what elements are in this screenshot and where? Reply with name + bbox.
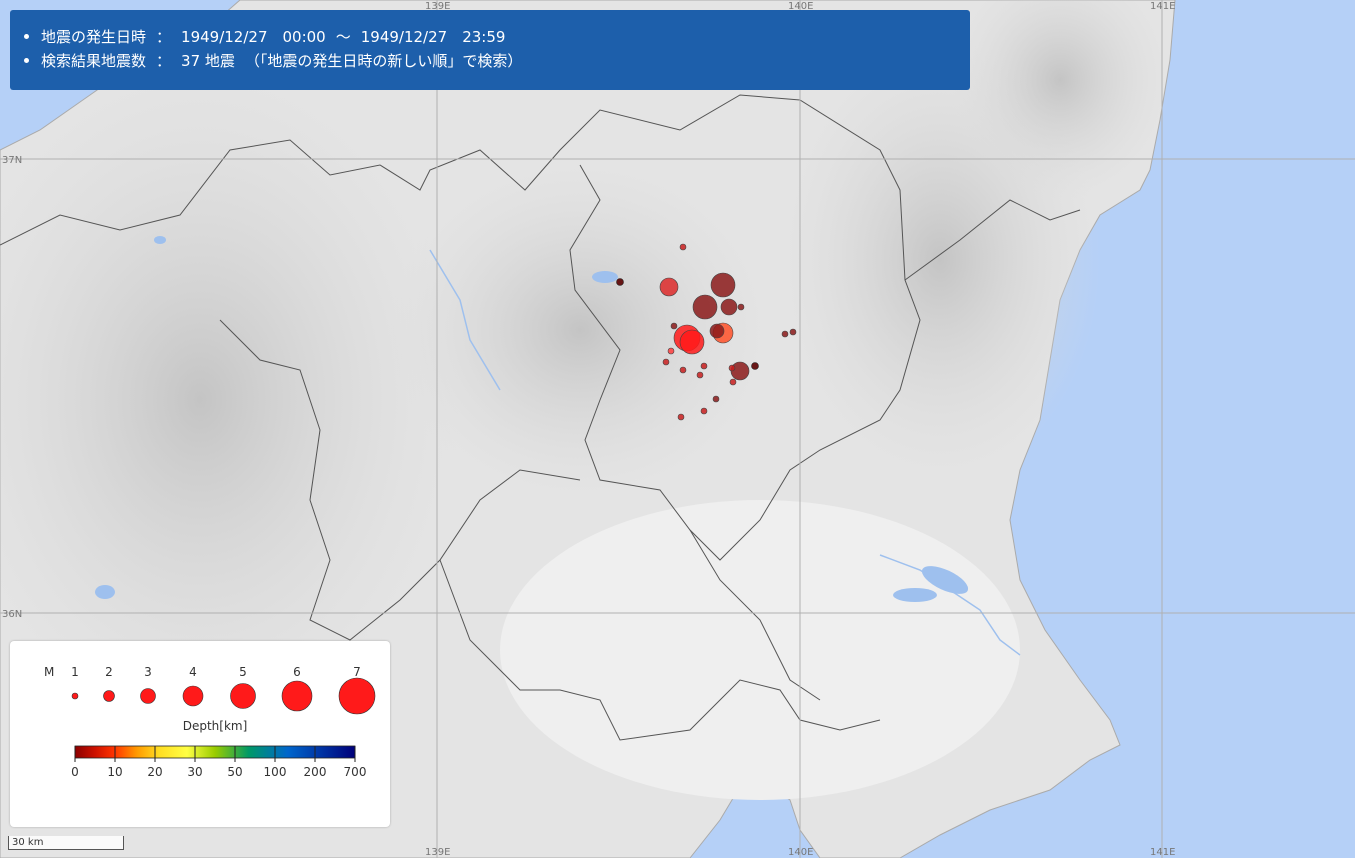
graticule-label-lon: 141E [1150, 1, 1175, 12]
earthquake-marker[interactable] [789, 328, 797, 336]
legend-panel: M 1 2 3 4 5 6 7 Depth[km] 0 10 20 30 50 [10, 641, 390, 827]
magnitude-label: 2 [105, 665, 113, 679]
lake [592, 271, 618, 283]
depth-tick-label: 10 [107, 765, 122, 779]
magnitude-axis-label: M [44, 665, 54, 679]
graticule-label-lat: 36N [2, 609, 22, 620]
graticule-label-lat: 37N [2, 155, 22, 166]
depth-color-bar [74, 745, 356, 759]
earthquake-marker[interactable] [729, 378, 737, 386]
depth-tick-label: 30 [187, 765, 202, 779]
depth-tick-label: 50 [227, 765, 242, 779]
search-info-panel: 地震の発生日時 ： 1949/12/27 00:00 ～ 1949/12/27 23:5… [10, 10, 970, 90]
graticule-label-lon: 140E [788, 847, 813, 858]
magnitude-label: 7 [353, 665, 361, 679]
graticule-label-lon: 139E [425, 847, 450, 858]
separator: ： [156, 28, 172, 46]
depth-tick-label: 20 [147, 765, 162, 779]
magnitude-label: 6 [293, 665, 301, 679]
separator: ： [156, 52, 172, 70]
earthquake-marker[interactable] [667, 347, 675, 355]
earthquake-marker[interactable] [679, 329, 705, 355]
earthquake-marker[interactable] [737, 303, 745, 311]
plain-area [500, 500, 1020, 800]
earthquake-marker[interactable] [670, 322, 678, 330]
date-range-end: 1949/12/27 23:59 [360, 28, 506, 46]
magnitude-symbol [281, 680, 313, 712]
earthquake-marker[interactable] [616, 278, 624, 286]
depth-tick-label: 700 [344, 765, 367, 779]
earthquake-marker[interactable] [679, 243, 687, 251]
earthquake-marker[interactable] [712, 395, 720, 403]
bullet-icon [24, 57, 29, 63]
earthquake-marker[interactable] [679, 366, 687, 374]
result-count-row: 検索結果地震数 ： 37 地震 （「地震の発生日時の新しい順」で検索） [24, 49, 970, 73]
magnitude-symbol [103, 690, 115, 702]
magnitude-label: 1 [71, 665, 79, 679]
legend-graphic: M 1 2 3 4 5 6 7 Depth[km] 0 10 20 30 50 [44, 665, 376, 779]
earthquake-marker[interactable] [696, 371, 704, 379]
date-range-label: 地震の発生日時 [41, 28, 147, 46]
magnitude-symbol [338, 677, 376, 715]
earthquake-marker[interactable] [700, 407, 708, 415]
earthquake-marker[interactable] [709, 323, 725, 339]
depth-tick-label: 200 [304, 765, 327, 779]
date-range-start: 1949/12/27 00:00 [181, 28, 326, 46]
magnitude-symbol [140, 688, 156, 704]
lake [154, 236, 166, 244]
depth-tick-label: 0 [71, 765, 79, 779]
magnitude-symbol [71, 692, 79, 700]
depth-tick-label: 100 [264, 765, 287, 779]
result-count-value: 37 地震 [181, 52, 235, 70]
lake [893, 588, 937, 602]
earthquake-marker[interactable] [700, 362, 708, 370]
magnitude-label: 3 [144, 665, 152, 679]
result-count-label: 検索結果地震数 [41, 52, 147, 70]
earthquake-marker[interactable] [710, 272, 736, 298]
depth-title: Depth[km] [183, 719, 248, 733]
earthquake-marker[interactable] [751, 362, 759, 370]
graticule-label-lon: 141E [1150, 847, 1175, 858]
earthquake-marker[interactable] [659, 277, 679, 297]
earthquake-marker[interactable] [781, 330, 789, 338]
magnitude-label: 5 [239, 665, 247, 679]
result-sort-note: （「地震の発生日時の新しい順」で検索） [244, 52, 523, 70]
earthquake-marker[interactable] [728, 364, 736, 372]
earthquake-marker[interactable] [677, 413, 685, 421]
range-tilde: ～ [335, 28, 351, 46]
lake [95, 585, 115, 599]
date-range-row: 地震の発生日時 ： 1949/12/27 00:00 ～ 1949/12/27 23:5… [24, 25, 970, 49]
bullet-icon [24, 33, 29, 39]
magnitude-symbol [182, 685, 204, 707]
earthquake-marker[interactable] [692, 294, 718, 320]
earthquake-marker[interactable] [730, 361, 750, 381]
scale-bar-label: 30 km [12, 837, 44, 848]
scale-bar: 30 km [8, 836, 124, 850]
earthquake-marker[interactable] [720, 298, 738, 316]
magnitude-label: 4 [189, 665, 197, 679]
earthquake-marker[interactable] [662, 358, 670, 366]
magnitude-symbol [230, 683, 256, 709]
